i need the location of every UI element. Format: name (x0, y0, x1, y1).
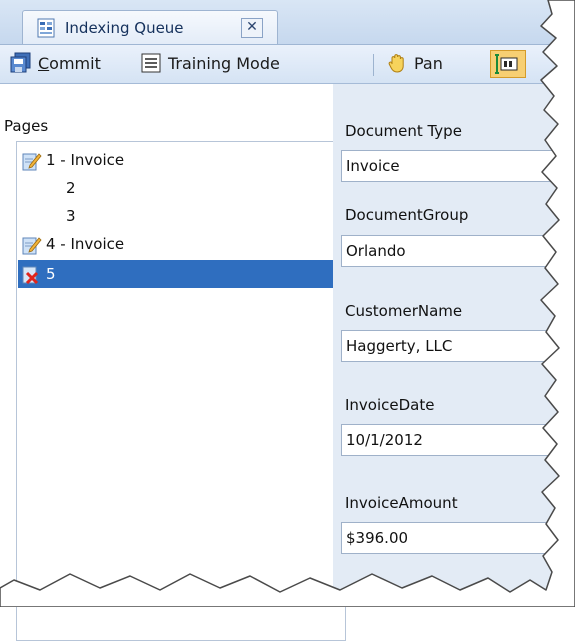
pages-list[interactable]: 1 - Invoice 2 3 4 - Invoice 5 (16, 141, 346, 641)
hand-icon (388, 54, 404, 73)
torn-edge-bottom (0, 594, 575, 607)
commit-access-key: C (38, 54, 50, 73)
pages-heading: Pages (4, 117, 49, 135)
invoice-date-label: InvoiceDate (345, 396, 435, 414)
page-item-3[interactable]: 3 (18, 202, 344, 230)
customer-name-label: CustomerName (345, 302, 463, 320)
index-fields-panel: Document Type DocumentGroup CustomerName… (333, 84, 575, 594)
document-group-field[interactable] (341, 235, 575, 267)
page-item-4[interactable]: 4 - Invoice (18, 230, 344, 258)
pan-label: Pan (414, 54, 443, 73)
document-tab-bar: Indexing Queue ✕ (0, 0, 575, 45)
page-label: 5 (46, 265, 56, 283)
invoice-amount-label: InvoiceAmount (345, 494, 458, 512)
close-icon[interactable]: ✕ (241, 18, 263, 38)
edit-document-icon (22, 153, 42, 171)
indexing-queue-icon (37, 18, 55, 38)
invoice-date-field[interactable] (341, 424, 575, 456)
invoice-amount-field[interactable] (341, 522, 575, 554)
text-selection-icon (495, 54, 518, 74)
page-item-1[interactable]: 1 - Invoice (18, 146, 344, 174)
training-mode-label: Training Mode (168, 54, 280, 73)
commit-label: ommit (49, 54, 101, 73)
list-icon (141, 53, 161, 73)
document-group-label: DocumentGroup (345, 206, 469, 224)
error-document-icon (22, 266, 39, 285)
page-item-5[interactable]: 5 (18, 260, 344, 288)
tab-indexing-queue[interactable]: Indexing Queue ✕ (22, 10, 278, 44)
toolbar: Commit Training Mode Pan (0, 45, 575, 84)
save-documents-icon (10, 52, 31, 73)
document-type-label: Document Type (345, 122, 462, 140)
tab-label: Indexing Queue (65, 19, 184, 37)
text-select-button[interactable] (490, 50, 526, 78)
document-type-field[interactable] (341, 150, 575, 182)
page-label: 3 (66, 207, 76, 225)
pages-panel: Pages 1 - Invoice 2 3 4 - Invoice 5 (0, 84, 346, 641)
edit-document-icon (22, 237, 42, 255)
application-window: Indexing Queue ✕ Commit Training Mode Pa… (0, 0, 575, 641)
page-label: 1 - Invoice (46, 151, 125, 169)
page-item-2[interactable]: 2 (18, 174, 344, 202)
page-label: 2 (66, 179, 76, 197)
customer-name-field[interactable] (341, 330, 575, 362)
page-label: 4 - Invoice (46, 235, 125, 253)
toolbar-separator (373, 54, 374, 76)
